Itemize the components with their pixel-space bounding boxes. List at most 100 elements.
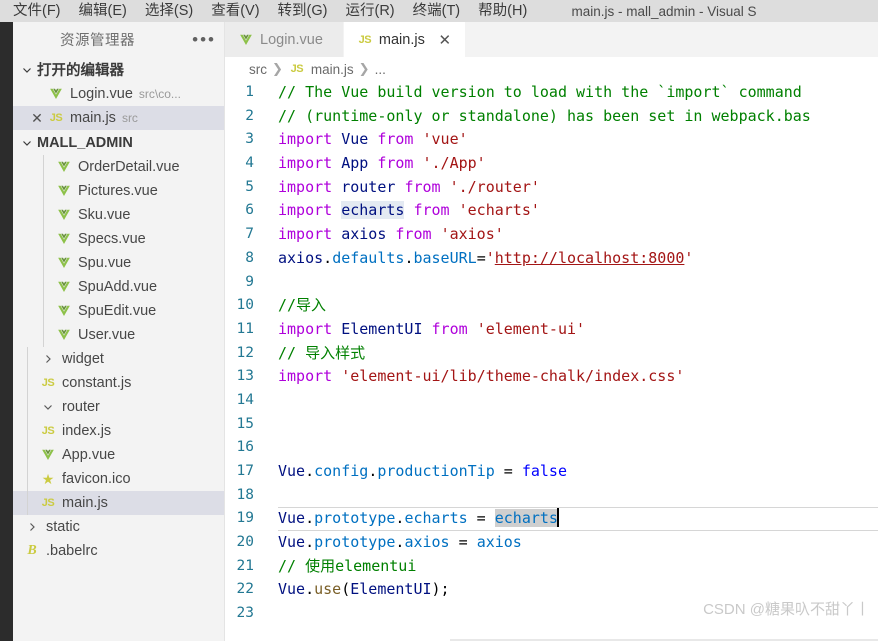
code-line[interactable]: 4 import App from './App' xyxy=(225,152,878,176)
code-token: ' xyxy=(684,248,694,267)
code-line[interactable]: 20 Vue.prototype.axios = axios xyxy=(225,531,878,555)
tab-close-icon[interactable]: ✕ xyxy=(435,30,455,50)
code-line[interactable]: 22 Vue.use(ElementUI); xyxy=(225,578,878,602)
section-open-editors-label: 打开的编辑器 xyxy=(37,63,124,79)
menu-selection[interactable]: 选择(S) xyxy=(136,0,202,22)
code-line[interactable]: 5 import router from './router' xyxy=(225,176,878,200)
tree-indent-guide xyxy=(43,299,44,323)
babel-file-icon: B xyxy=(27,543,37,558)
menu-view[interactable]: 查看(V) xyxy=(202,0,268,22)
code-line[interactable]: 7 import axios from 'axios' xyxy=(225,223,878,247)
file-tree-item[interactable]: Spu.vue xyxy=(13,251,224,275)
code-line[interactable]: 12 // 导入样式 xyxy=(225,342,878,366)
code-line[interactable]: 15 xyxy=(225,413,878,437)
folder-tree-item[interactable]: widget xyxy=(13,347,224,371)
menu-terminal[interactable]: 终端(T) xyxy=(404,0,470,22)
line-number: 9 xyxy=(245,273,254,290)
editor-tab[interactable]: JS main.js ✕ xyxy=(343,22,466,57)
code-line[interactable]: 21 // 使用elementui xyxy=(225,555,878,579)
line-number: 20 xyxy=(236,534,254,551)
menu-help[interactable]: 帮助(H) xyxy=(469,0,536,22)
file-tree-label: App.vue xyxy=(62,447,116,463)
file-tree-item[interactable]: JS constant.js xyxy=(13,371,224,395)
code-line-text: Vue.use(ElementUI); xyxy=(266,578,450,602)
chevron-down-icon xyxy=(19,135,35,151)
code-line[interactable]: 8 axios.defaults.baseURL='http://localhos… xyxy=(225,247,878,271)
vue-file-icon xyxy=(55,230,73,248)
activity-bar[interactable] xyxy=(0,22,13,641)
file-tree-item[interactable]: User.vue xyxy=(13,323,224,347)
code-lines[interactable]: 1 // The Vue build version to load with t… xyxy=(225,81,878,626)
code-line[interactable]: 14 xyxy=(225,389,878,413)
code-token: //导入 xyxy=(278,296,327,315)
file-tree-item[interactable]: Sku.vue xyxy=(13,203,224,227)
code-line[interactable]: 9 xyxy=(225,271,878,295)
code-token: = xyxy=(476,248,486,267)
file-tree-item[interactable]: SpuAdd.vue xyxy=(13,275,224,299)
open-editors-list: Login.vue src\co... ✕ JS main.js src xyxy=(13,82,224,130)
code-line[interactable]: 16 xyxy=(225,436,878,460)
file-tree-item[interactable]: SpuEdit.vue xyxy=(13,299,224,323)
file-tree-item[interactable]: OrderDetail.vue xyxy=(13,155,224,179)
file-tree-item[interactable]: ★ favicon.ico xyxy=(13,467,224,491)
file-tree-label: constant.js xyxy=(62,375,132,391)
file-tree-item[interactable]: Pictures.vue xyxy=(13,179,224,203)
code-token: Vue xyxy=(278,580,306,599)
code-line[interactable]: 11 import ElementUI from 'element-ui' xyxy=(225,318,878,342)
editor-tab-label: main.js xyxy=(378,31,425,48)
code-token: axios xyxy=(476,533,522,552)
breadcrumb-segment[interactable]: src xyxy=(249,62,267,77)
file-tree-item[interactable]: JS index.js xyxy=(13,419,224,443)
menu-run[interactable]: 运行(R) xyxy=(336,0,403,22)
file-tree-item[interactable]: Specs.vue xyxy=(13,227,224,251)
code-line[interactable]: 18 xyxy=(225,484,878,508)
line-number: 14 xyxy=(236,391,254,408)
js-file-icon: JS xyxy=(49,112,63,124)
editor-tab[interactable]: Login.vue xyxy=(225,22,344,57)
close-icon[interactable]: ✕ xyxy=(27,110,47,127)
menu-edit[interactable]: 编辑(E) xyxy=(70,0,136,22)
code-line[interactable]: 23 xyxy=(225,602,878,626)
code-token: './App' xyxy=(422,154,486,173)
file-tree-item[interactable]: JS main.js xyxy=(13,491,224,515)
js-file-icon: JS xyxy=(41,497,55,509)
code-token: import xyxy=(278,367,333,386)
editor-group: Login.vue JS main.js ✕ src ❯ JS main.js ❯... 1 /… xyxy=(225,22,878,641)
section-project-root[interactable]: MALL_ADMIN xyxy=(13,130,224,155)
code-token-highlighted: echarts xyxy=(341,201,405,220)
open-editor-item[interactable]: Login.vue src\co... xyxy=(13,82,224,106)
code-token: import xyxy=(278,154,333,173)
code-line[interactable]: 6 import echarts from 'echarts' xyxy=(225,199,878,223)
code-line[interactable]: 10 //导入 xyxy=(225,294,878,318)
menu-go[interactable]: 转到(G) xyxy=(269,0,337,22)
breadcrumb-segment[interactable]: ... xyxy=(375,62,386,77)
code-token: http://localhost:8000 xyxy=(494,248,685,267)
code-line[interactable]: 1 // The Vue build version to load with t… xyxy=(225,81,878,105)
vue-file-icon xyxy=(55,278,73,296)
code-line-text: // The Vue build version to load with th… xyxy=(266,81,802,105)
code-editor[interactable]: 1 // The Vue build version to load with t… xyxy=(225,81,878,641)
line-number: 3 xyxy=(245,131,254,148)
line-number: 22 xyxy=(236,581,254,598)
code-line[interactable]: 17 Vue.config.productionTip = false xyxy=(225,460,878,484)
menu-file[interactable]: 文件(F) xyxy=(4,0,70,22)
code-line[interactable]: 19 Vue.prototype.echarts = echarts xyxy=(225,507,878,531)
code-line[interactable]: 3 import Vue from 'vue' xyxy=(225,128,878,152)
breadcrumb-segment[interactable]: JS main.js xyxy=(288,60,354,78)
folder-tree-item[interactable]: router xyxy=(13,395,224,419)
section-open-editors[interactable]: 打开的编辑器 xyxy=(13,57,224,82)
code-line[interactable]: 13 import 'element-ui/lib/theme-chalk/ind… xyxy=(225,365,878,389)
file-tree-item[interactable]: B .babelrc xyxy=(13,539,224,563)
open-editor-item[interactable]: ✕ JS main.js src xyxy=(13,106,224,130)
code-line[interactable]: 2 // (runtime-only or standalone) has bee… xyxy=(225,105,878,129)
folder-tree-item[interactable]: static xyxy=(13,515,224,539)
more-actions-icon[interactable]: ••• xyxy=(192,31,216,48)
code-line-text: // (runtime-only or standalone) has been… xyxy=(266,105,811,129)
file-tree-label: User.vue xyxy=(78,327,136,343)
file-tree-item[interactable]: App.vue xyxy=(13,443,224,467)
file-tree-label: Specs.vue xyxy=(78,231,146,247)
